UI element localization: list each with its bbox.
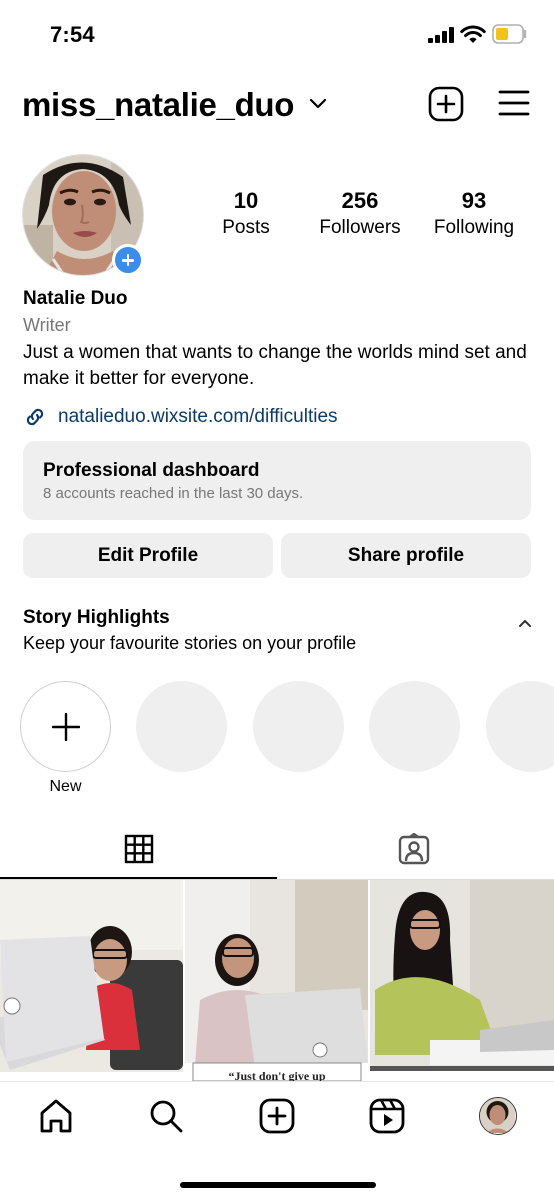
dashboard-subtitle: 8 accounts reached in the last 30 days. — [43, 485, 304, 502]
new-highlight-label: New — [49, 778, 82, 795]
new-post-icon[interactable] — [428, 86, 464, 122]
tab-posts-grid[interactable] — [0, 820, 277, 879]
followers-count: 256 — [341, 188, 379, 213]
post-thumbnail[interactable]: “Just don't give up — [185, 880, 368, 1081]
dashboard-title: Professional dashboard — [43, 460, 260, 481]
edit-profile-button[interactable]: Edit Profile — [23, 533, 273, 578]
bio-text: Just a women that wants to change the wo… — [23, 342, 527, 389]
stat-followers[interactable]: 256 Followers — [300, 188, 420, 239]
signal-icon — [428, 27, 454, 43]
search-icon[interactable] — [148, 1098, 184, 1134]
link-icon — [26, 408, 44, 426]
tagged-icon — [398, 833, 430, 865]
create-icon[interactable] — [259, 1098, 295, 1134]
post-thumbnail[interactable] — [0, 880, 183, 1081]
chevron-up-icon[interactable] — [517, 617, 533, 629]
status-time: 7:54 — [50, 22, 95, 47]
new-highlight-button[interactable] — [20, 681, 111, 772]
reels-icon[interactable] — [369, 1098, 405, 1134]
chevron-down-icon[interactable] — [309, 96, 327, 110]
post-caption: “Just don't give up — [228, 1069, 325, 1081]
avatar — [480, 1098, 515, 1133]
tab-tagged[interactable] — [277, 820, 554, 879]
username-switcher[interactable]: miss_natalie_duo — [22, 86, 294, 124]
stat-posts[interactable]: 10 Posts — [186, 188, 306, 239]
highlight-placeholder — [369, 681, 460, 772]
highlight-placeholder — [136, 681, 227, 772]
home-icon[interactable] — [38, 1098, 74, 1134]
posts-label: Posts — [222, 217, 270, 238]
professional-dashboard[interactable]: Professional dashboard 8 accounts reache… — [23, 441, 531, 520]
grid-icon — [124, 834, 154, 864]
highlights-title: Story Highlights — [23, 607, 170, 628]
battery-icon — [492, 24, 527, 44]
status-bar: 7:54 — [0, 0, 554, 70]
post-thumbnail[interactable] — [370, 880, 554, 1081]
share-profile-button[interactable]: Share profile — [281, 533, 531, 578]
category-label: Writer — [23, 315, 71, 335]
highlight-placeholder — [486, 681, 554, 772]
following-count: 93 — [461, 188, 487, 213]
bio-link-text[interactable]: natalieduo.wixsite.com/difficulties — [58, 406, 338, 428]
posts-count: 10 — [233, 188, 259, 213]
highlights-subtitle: Keep your favourite stories on your prof… — [23, 633, 357, 653]
stat-following[interactable]: 93 Following — [414, 188, 534, 239]
profile-tab-avatar[interactable] — [479, 1097, 517, 1135]
following-label: Following — [433, 217, 515, 238]
followers-label: Followers — [319, 217, 401, 238]
highlight-placeholder — [253, 681, 344, 772]
profile-header: miss_natalie_duo — [0, 80, 554, 130]
home-indicator — [180, 1182, 376, 1188]
bottom-nav — [0, 1081, 554, 1200]
add-story-icon[interactable] — [112, 244, 144, 276]
wifi-icon — [460, 25, 486, 43]
menu-icon[interactable] — [498, 88, 530, 118]
plus-icon — [52, 713, 80, 741]
full-name: Natalie Duo — [23, 288, 128, 309]
profile-tabs — [0, 820, 554, 880]
